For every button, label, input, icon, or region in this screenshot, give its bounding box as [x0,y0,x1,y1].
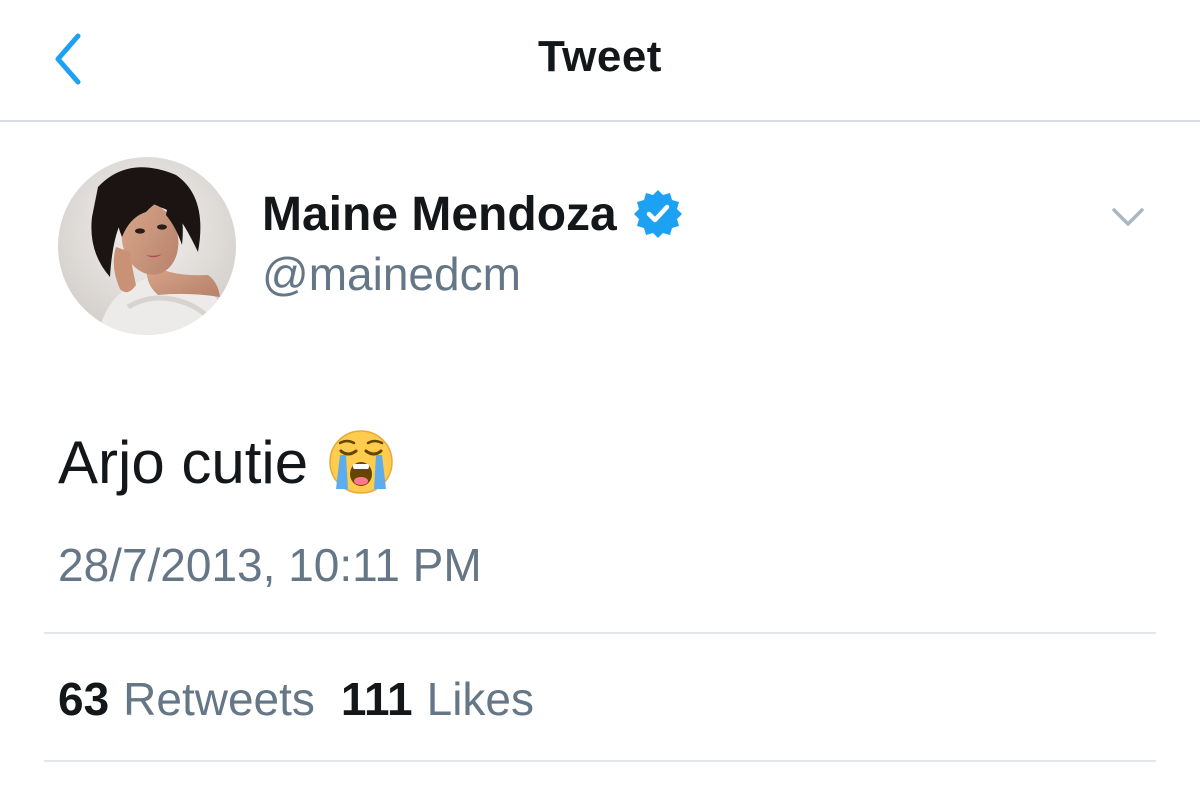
tweet-timestamp[interactable]: 28/7/2013, 10:11 PM [58,538,482,592]
retweets-stat[interactable]: 63 Retweets [58,672,341,726]
divider [44,632,1156,634]
likes-stat[interactable]: 111 Likes [341,672,560,726]
verified-badge-icon [633,189,683,239]
display-name[interactable]: Maine Mendoza [262,187,617,242]
loudly-crying-face-icon [328,429,394,495]
profile-photo [58,157,236,335]
more-options-button[interactable] [1108,200,1148,234]
chevron-down-icon [1112,208,1144,226]
tweet-text: Arjo cutie [58,428,309,496]
author-name-row[interactable]: Maine Mendoza [262,183,683,245]
divider [44,760,1156,762]
nav-header: Tweet [0,0,1200,122]
retweets-label: Retweets [123,673,315,725]
likes-count: 111 [340,673,413,725]
retweets-count: 63 [58,673,110,725]
engagement-stats: 63 Retweets 111 Likes [58,672,560,726]
tweet-body: Arjo cutie [58,424,394,500]
page-title: Tweet [538,32,662,81]
likes-label: Likes [426,673,534,725]
avatar[interactable] [58,157,236,335]
username-handle[interactable]: @mainedcm [262,247,521,301]
